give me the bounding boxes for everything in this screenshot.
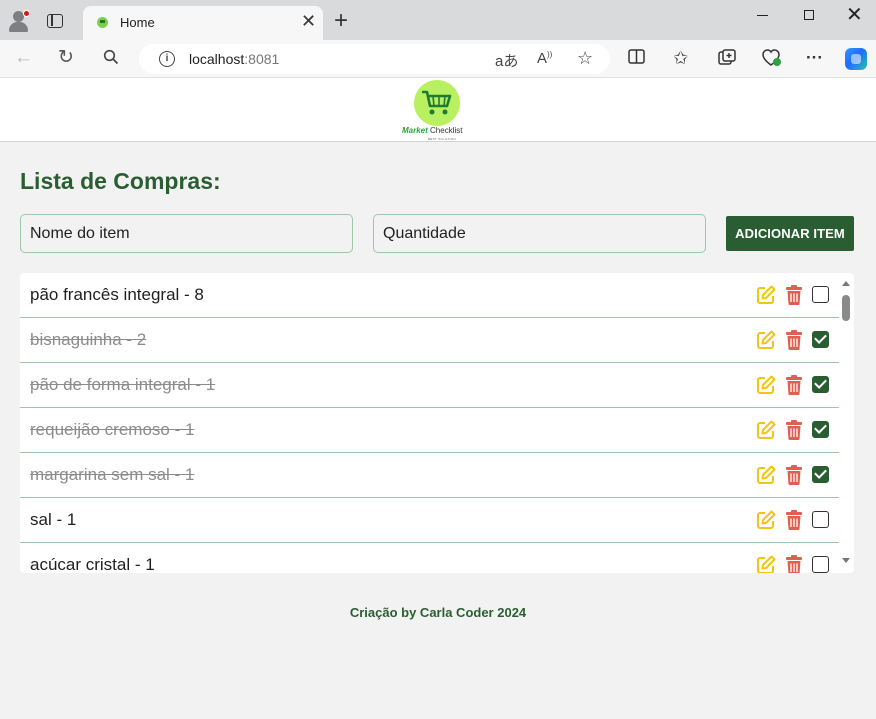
collections-icon[interactable] xyxy=(718,49,736,69)
url-text[interactable]: localhost:8081 xyxy=(189,51,279,67)
new-tab-icon[interactable]: + xyxy=(334,9,348,33)
item-name-input[interactable] xyxy=(20,214,353,253)
item-checkbox[interactable] xyxy=(812,331,829,348)
edit-icon[interactable] xyxy=(756,420,776,440)
favorites-icon[interactable]: ✩ xyxy=(673,49,688,67)
site-info-icon[interactable]: i xyxy=(159,51,175,67)
edit-icon[interactable] xyxy=(756,510,776,530)
edit-icon[interactable] xyxy=(756,285,776,305)
quantity-input[interactable] xyxy=(373,214,706,253)
split-screen-icon[interactable] xyxy=(628,49,645,68)
list-item: pão de forma integral - 1 xyxy=(20,363,839,408)
list-item: sal - 1 xyxy=(20,498,839,543)
edit-icon[interactable] xyxy=(756,330,776,350)
search-icon[interactable] xyxy=(103,49,119,71)
list-item: requeijão cremoso - 1 xyxy=(20,408,839,453)
tab-actions-icon[interactable] xyxy=(47,14,63,28)
trash-icon[interactable] xyxy=(786,465,802,485)
shopping-list[interactable]: acúcar cristal - 1 sal - 1 margarina sem s… xyxy=(20,273,854,573)
item-checkbox[interactable] xyxy=(812,556,829,573)
translate-icon[interactable]: aあ xyxy=(495,50,518,71)
window-close-icon[interactable]: ✕ xyxy=(846,4,863,26)
add-item-button[interactable]: ADICIONAR ITEM xyxy=(726,216,854,251)
trash-icon[interactable] xyxy=(786,555,802,573)
browser-nav-bar: ← ↻ i localhost:8081 aあ A)) ☆ ✩ ··· xyxy=(0,40,876,78)
back-arrow-icon[interactable]: ← xyxy=(14,48,33,68)
address-bar[interactable]: i localhost:8081 aあ A)) ☆ xyxy=(139,44,610,74)
browser-tab-home[interactable]: Home ✕ xyxy=(83,6,323,40)
page-title: Lista de Compras: xyxy=(20,168,221,194)
scroll-down-arrow-icon[interactable] xyxy=(842,558,850,563)
list-item: pão francês integral - 8 xyxy=(20,273,839,318)
list-item: acúcar cristal - 1 xyxy=(20,543,839,573)
reload-icon[interactable]: ↻ xyxy=(58,48,74,68)
trash-icon[interactable] xyxy=(786,420,802,440)
list-item: bisnaguinha - 2 xyxy=(20,318,839,363)
market-checklist-logo: Market Checklist BEST SOLUTION xyxy=(400,80,476,141)
edit-icon[interactable] xyxy=(756,375,776,395)
browser-tab-bar: Home ✕ + ✕ xyxy=(0,0,876,40)
minimize-icon[interactable] xyxy=(757,15,768,17)
read-aloud-icon[interactable]: A)) xyxy=(537,50,552,67)
trash-icon[interactable] xyxy=(786,510,802,530)
edit-icon[interactable] xyxy=(756,555,776,573)
trash-icon[interactable] xyxy=(786,375,802,395)
more-options-icon[interactable]: ··· xyxy=(806,49,823,67)
app-header: Market Checklist BEST SOLUTION xyxy=(0,78,876,142)
tab-title: Home xyxy=(120,15,155,30)
item-label: margarina sem sal - 1 xyxy=(30,465,195,484)
shopping-cart-icon xyxy=(422,90,452,115)
favorite-star-icon[interactable]: ☆ xyxy=(577,48,593,69)
item-label: acúcar cristal - 1 xyxy=(30,555,155,573)
tab-close-icon[interactable]: ✕ xyxy=(301,12,316,30)
item-checkbox[interactable] xyxy=(812,466,829,483)
copilot-icon[interactable] xyxy=(845,48,867,70)
item-checkbox[interactable] xyxy=(812,511,829,528)
profile-avatar-icon[interactable] xyxy=(8,10,30,32)
item-checkbox[interactable] xyxy=(812,286,829,303)
edit-icon[interactable] xyxy=(756,465,776,485)
favicon-icon xyxy=(97,17,108,28)
item-label: sal - 1 xyxy=(30,510,77,529)
item-checkbox[interactable] xyxy=(812,376,829,393)
scrollbar-thumb[interactable] xyxy=(842,295,850,321)
footer-credit: Criação by Carla Coder 2024 xyxy=(349,605,527,620)
item-checkbox[interactable] xyxy=(812,421,829,438)
item-label: bisnaguinha - 2 xyxy=(30,330,147,349)
scroll-up-arrow-icon[interactable] xyxy=(842,281,850,286)
maximize-icon[interactable] xyxy=(804,10,814,20)
item-label: pão de forma integral - 1 xyxy=(30,375,216,394)
item-label: pão francês integral - 8 xyxy=(30,285,204,304)
item-label: requeijão cremoso - 1 xyxy=(30,420,195,439)
trash-icon[interactable] xyxy=(786,285,802,305)
list-item: margarina sem sal - 1 xyxy=(20,453,839,498)
trash-icon[interactable] xyxy=(786,330,802,350)
browser-essentials-icon[interactable] xyxy=(762,49,782,71)
